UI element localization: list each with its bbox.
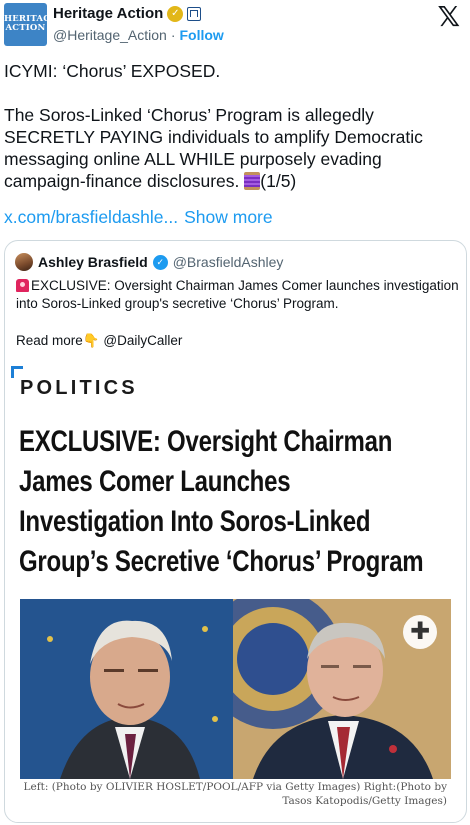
author-name[interactable]: Heritage Action [53, 5, 163, 22]
author-handle[interactable]: @Heritage_Action [53, 27, 167, 43]
expand-plus-icon[interactable]: ✚ [403, 615, 437, 649]
separator-dot: · [170, 27, 176, 43]
author-handle-row: @Heritage_Action · Follow [53, 27, 224, 43]
tweet-body: The Soros-Linked ‘Chorus’ Program is all… [4, 105, 423, 191]
affiliation-badge-icon[interactable] [187, 6, 202, 21]
quoted-read-more: Read more👇 @DailyCaller [16, 333, 183, 348]
article-image[interactable]: POLITICS EXCLUSIVE: Oversight Chairman J… [11, 366, 461, 822]
tweet-counter: (1/5) [260, 171, 297, 191]
headline-line: EXCLUSIVE: Oversight Chairman [19, 425, 393, 458]
quoted-name[interactable]: Ashley Brasfield [38, 254, 148, 270]
quoted-tweet[interactable]: Ashley Brasfield ✓ @BrasfieldAshley EXCL… [4, 240, 467, 823]
verified-gold-check-icon: ✓ [167, 5, 184, 22]
tweet-text: ICYMI: ‘Chorus’ EXPOSED. The Soros-Linke… [4, 60, 466, 192]
photo-right-portrait: ✚ [233, 599, 451, 779]
article-section: POLITICS [20, 377, 138, 399]
headline-line: James Comer Launches [19, 465, 291, 498]
follow-button[interactable]: Follow [180, 27, 224, 43]
tweet-header: HERITAGE ACTION Heritage Action ✓ @Herita… [0, 0, 470, 50]
quoted-handle[interactable]: @BrasfieldAshley [173, 254, 284, 270]
thread-spool-icon [244, 172, 261, 190]
show-more-link[interactable]: Show more [184, 207, 273, 228]
tweet-line1: ICYMI: ‘Chorus’ EXPOSED. [4, 61, 221, 81]
quoted-text: EXCLUSIVE: Oversight Chairman James Come… [16, 278, 459, 311]
photo-left-portrait [20, 599, 233, 779]
tweet-link-row: x.com/brasfieldashle... Show more [4, 207, 273, 228]
tweet-link[interactable]: x.com/brasfieldashle... [4, 207, 178, 228]
x-logo-icon[interactable]: 𝕏 [437, 2, 460, 32]
photo-caption: Left: (Photo by OLIVIER HOSLET/POOL/AFP … [23, 781, 447, 807]
quoted-header: Ashley Brasfield ✓ @BrasfieldAshley [15, 253, 283, 271]
headline-line: Investigation Into Soros-Linked [19, 505, 371, 538]
pointing-down-icon: 👇 [82, 333, 100, 348]
headline-line: Group’s Secretive ‘Chorus’ Program [19, 545, 424, 578]
quoted-avatar[interactable] [15, 253, 33, 271]
verified-blue-check-icon: ✓ [152, 254, 168, 270]
read-more-source[interactable]: @DailyCaller [103, 333, 182, 348]
article-headline: EXCLUSIVE: Oversight Chairman James Come… [19, 422, 424, 582]
author-name-row: Heritage Action ✓ [53, 5, 202, 22]
portrait-left-illustration [20, 599, 233, 779]
article-photo: ✚ [20, 599, 451, 779]
siren-icon [16, 279, 29, 292]
author-avatar[interactable]: HERITAGE ACTION [4, 3, 57, 46]
